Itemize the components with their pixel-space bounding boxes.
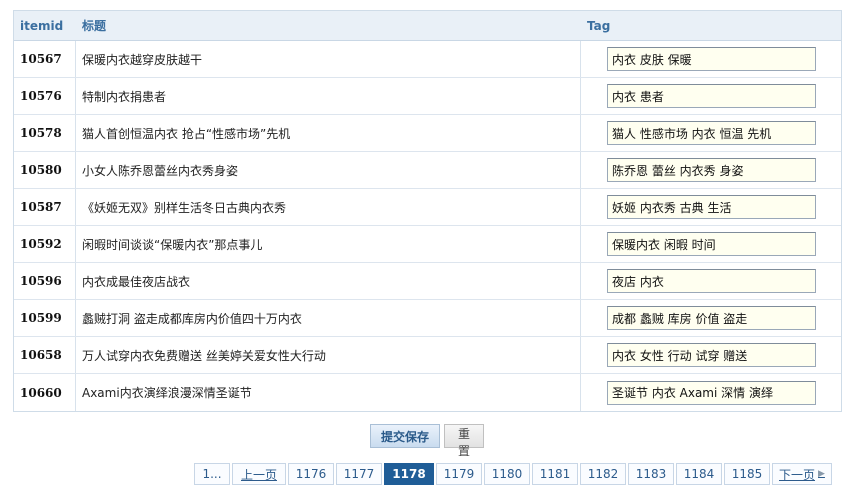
header-itemid: itemid (20, 19, 64, 33)
table-row: 10592 闲暇时间谈谈“保暖内衣”那点事儿 (14, 226, 841, 263)
row-itemid: 10660 (14, 374, 76, 411)
page-first-link[interactable]: 1... (194, 463, 230, 485)
tag-input[interactable] (607, 195, 816, 219)
tag-input[interactable] (607, 380, 816, 405)
row-itemid: 10658 (14, 337, 76, 373)
table-header: itemid 标题 Tag (14, 11, 841, 41)
row-itemid: 10567 (14, 41, 76, 77)
page-link[interactable]: 1180 (484, 463, 530, 485)
row-tag-cell (581, 115, 841, 151)
page-next-link[interactable]: 下一页 ▶ (772, 463, 832, 485)
row-title: 万人试穿内衣免费赠送 丝美婷关爱女性大行动 (76, 337, 581, 373)
row-title: 小女人陈乔恩蕾丝内衣秀身姿 (76, 152, 581, 188)
page-link[interactable]: 1185 (724, 463, 770, 485)
chevron-right-icon: ▶ (818, 469, 825, 479)
pagination: 1... 上一页 1176 1177 1178 1179 1180 1181 1182 118… (194, 463, 832, 485)
row-tag-cell (581, 78, 841, 114)
submit-save-button[interactable]: 提交保存 (370, 424, 440, 448)
page-next-label: 下一页 (779, 467, 816, 482)
page-link[interactable]: 1181 (532, 463, 578, 485)
row-itemid: 10592 (14, 226, 76, 262)
table-row: 10599 蠡贼打洞 盗走成都库房内价值四十万内衣 (14, 300, 841, 337)
tag-input[interactable] (607, 232, 816, 256)
row-title: 内衣成最佳夜店战衣 (76, 263, 581, 299)
tag-input[interactable] (607, 343, 816, 367)
table-row: 10587 《妖姬无双》别样生活冬日古典内衣秀 (14, 189, 841, 226)
table-row: 10576 特制内衣捐患者 (14, 78, 841, 115)
row-title: 蠡贼打洞 盗走成都库房内价值四十万内衣 (76, 300, 581, 336)
row-title: 闲暇时间谈谈“保暖内衣”那点事儿 (76, 226, 581, 262)
row-tag-cell (581, 300, 841, 336)
row-title: 《妖姬无双》别样生活冬日古典内衣秀 (76, 189, 581, 225)
row-title: 特制内衣捐患者 (76, 78, 581, 114)
row-tag-cell (581, 337, 841, 373)
row-title: Axami内衣演绎浪漫深情圣诞节 (76, 374, 581, 411)
page-prev-link[interactable]: 上一页 (232, 463, 286, 485)
row-itemid: 10580 (14, 152, 76, 188)
row-tag-cell (581, 41, 841, 77)
table-row: 10580 小女人陈乔恩蕾丝内衣秀身姿 (14, 152, 841, 189)
table-body: 10567保暖内衣越穿皮肤越干10576特制内衣捐患者10578猫人首创恒温内衣… (14, 41, 841, 411)
header-tag: Tag (587, 19, 611, 33)
table-row: 10578 猫人首创恒温内衣 抢占“性感市场”先机 (14, 115, 841, 152)
row-tag-cell (581, 152, 841, 188)
page-link[interactable]: 1176 (288, 463, 334, 485)
tag-input[interactable] (607, 306, 816, 330)
reset-button[interactable]: 重置 (444, 424, 484, 458)
tag-input[interactable] (607, 47, 816, 71)
row-itemid: 10587 (14, 189, 76, 225)
row-tag-cell (581, 374, 841, 411)
header-title: 标题 (82, 19, 107, 33)
row-itemid: 10578 (14, 115, 76, 151)
page-link[interactable]: 1182 (580, 463, 626, 485)
page-link[interactable]: 1179 (436, 463, 482, 485)
table-row: 10660 Axami内衣演绎浪漫深情圣诞节 (14, 374, 841, 411)
row-itemid: 10599 (14, 300, 76, 336)
row-itemid: 10596 (14, 263, 76, 299)
row-tag-cell (581, 189, 841, 225)
row-itemid: 10576 (14, 78, 76, 114)
tag-input[interactable] (607, 121, 816, 145)
page-current[interactable]: 1178 (384, 463, 434, 485)
row-title: 猫人首创恒温内衣 抢占“性感市场”先机 (76, 115, 581, 151)
row-title: 保暖内衣越穿皮肤越干 (76, 41, 581, 77)
tag-input[interactable] (607, 269, 816, 293)
table-row: 10567 保暖内衣越穿皮肤越干 (14, 41, 841, 78)
page-link[interactable]: 1184 (676, 463, 722, 485)
tag-input[interactable] (607, 84, 816, 108)
form-actions: 提交保存 重置 (370, 424, 484, 458)
page-link[interactable]: 1183 (628, 463, 674, 485)
table-row: 10658 万人试穿内衣免费赠送 丝美婷关爱女性大行动 (14, 337, 841, 374)
row-tag-cell (581, 226, 841, 262)
tag-input[interactable] (607, 158, 816, 182)
page-number-list: 1176 1177 1178 1179 1180 1181 1182 1183 1184 1185 (288, 463, 770, 485)
table-row: 10596 内衣成最佳夜店战衣 (14, 263, 841, 300)
row-tag-cell (581, 263, 841, 299)
item-tag-table: itemid 标题 Tag 10567保暖内衣越穿皮肤越干10576特制内衣捐患… (13, 10, 842, 412)
page-link[interactable]: 1177 (336, 463, 382, 485)
